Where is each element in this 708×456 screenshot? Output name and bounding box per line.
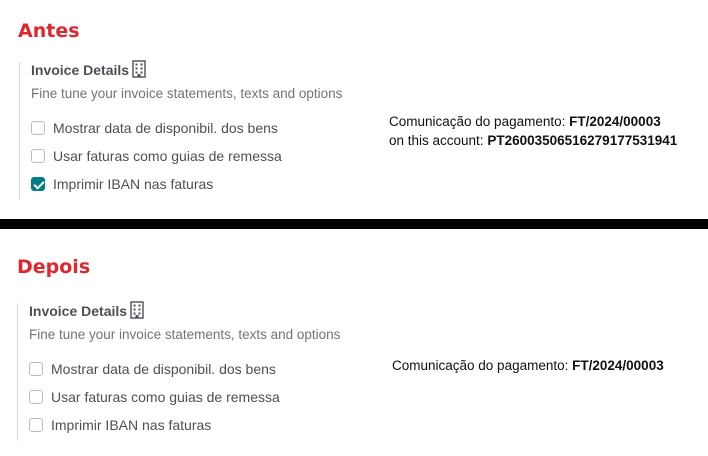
after-option-invoices-as-delivery-notes[interactable]: Usar faturas como guias de remessa (29, 389, 280, 405)
before-panel-subtitle: Fine tune your invoice statements, texts… (31, 86, 343, 101)
section-divider (0, 219, 708, 229)
payment-communication-label: Comunicação do pagamento: (392, 358, 569, 373)
before-heading: Antes (18, 20, 80, 42)
account-label: on this account: (389, 133, 484, 148)
before-option-invoices-as-delivery-notes[interactable]: Usar faturas como guias de remessa (31, 148, 282, 164)
building-icon (130, 301, 144, 319)
after-heading: Depois (17, 256, 91, 278)
before-payment-preview: Comunicação do pagamento: FT/2024/00003 … (389, 112, 677, 150)
after-payment-communication: Comunicação do pagamento: FT/2024/00003 (392, 356, 664, 375)
after-option-print-iban[interactable]: Imprimir IBAN nas faturas (29, 417, 211, 433)
after-panel-subtitle: Fine tune your invoice statements, texts… (29, 327, 341, 342)
before-option-label: Usar faturas como guias de remessa (53, 148, 282, 164)
after-checkbox-print-iban[interactable] (29, 418, 43, 432)
after-option-label: Mostrar data de disponibil. dos bens (51, 361, 276, 377)
building-icon (132, 60, 146, 78)
before-payment-communication: Comunicação do pagamento: FT/2024/00003 (389, 112, 677, 131)
payment-communication-label: Comunicação do pagamento: (389, 114, 566, 129)
before-checkbox-invoices-as-delivery-notes[interactable] (31, 149, 45, 163)
before-option-show-delivery-date[interactable]: Mostrar data de disponibil. dos bens (31, 120, 278, 136)
before-option-label: Mostrar data de disponibil. dos bens (53, 120, 278, 136)
after-checkbox-invoices-as-delivery-notes[interactable] (29, 390, 43, 404)
after-option-show-delivery-date[interactable]: Mostrar data de disponibil. dos bens (29, 361, 276, 377)
before-checkbox-show-delivery-date[interactable] (31, 121, 45, 135)
before-option-label: Imprimir IBAN nas faturas (53, 176, 214, 192)
before-panel-title: Invoice Details (31, 62, 130, 78)
after-checkbox-show-delivery-date[interactable] (29, 362, 43, 376)
after-option-label: Usar faturas como guias de remessa (51, 389, 280, 405)
after-panel-title: Invoice Details (29, 303, 128, 319)
payment-communication-value: FT/2024/00003 (569, 114, 661, 129)
before-payment-account: on this account: PT260035065162791775319… (389, 131, 677, 150)
after-option-label: Imprimir IBAN nas faturas (51, 417, 212, 433)
after-payment-preview: Comunicação do pagamento: FT/2024/00003 (392, 356, 664, 375)
before-invoice-details-panel: Invoice Details Fine tune your invoice s… (19, 60, 379, 200)
payment-communication-value: FT/2024/00003 (572, 358, 664, 373)
after-invoice-details-panel: Invoice Details Fine tune your invoice s… (17, 301, 377, 441)
before-checkbox-print-iban[interactable] (31, 177, 45, 191)
account-value: PT26003506516279177531941 (487, 133, 678, 148)
before-option-print-iban[interactable]: Imprimir IBAN nas faturas (31, 176, 213, 192)
